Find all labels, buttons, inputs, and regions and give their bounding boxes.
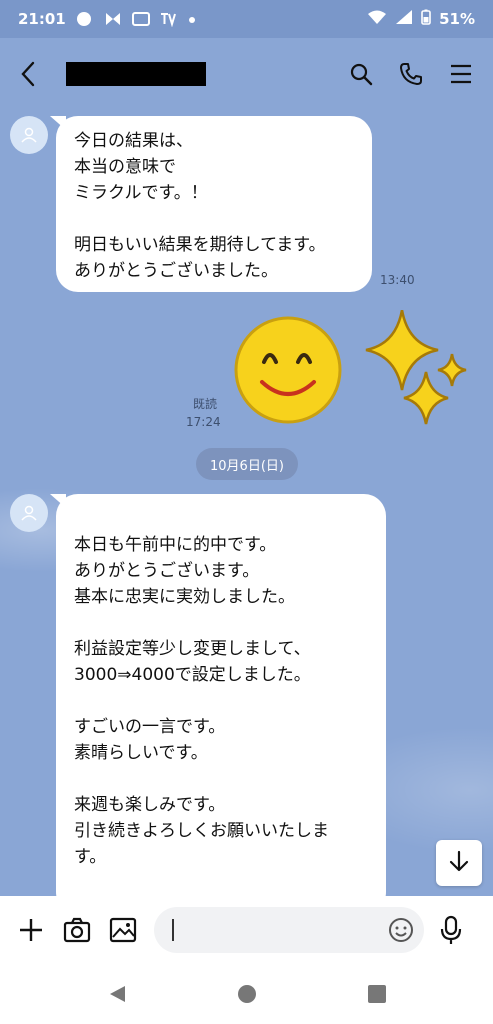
message-text: 来週も楽しみです。 引き続きよろしくお願いいたしま す。 bbox=[74, 795, 329, 867]
avatar[interactable] bbox=[10, 494, 48, 532]
battery-level: 51% bbox=[439, 10, 475, 28]
camera-icon[interactable] bbox=[62, 915, 92, 945]
app-icon bbox=[104, 11, 122, 27]
message-text: すごいの一言です。 素晴らしいです。 bbox=[74, 717, 226, 763]
status-time: 21:01 bbox=[18, 10, 66, 28]
smiley-sparkle-sticker[interactable] bbox=[232, 309, 472, 440]
nav-home-icon[interactable] bbox=[237, 984, 257, 1004]
wifi-icon bbox=[367, 9, 387, 29]
message-input-bar bbox=[0, 896, 493, 964]
tv-icon bbox=[131, 11, 150, 27]
message-text: 明日もいい結果を期待してます。 ありがとうございました。 bbox=[74, 235, 326, 281]
emoji-icon[interactable] bbox=[388, 917, 414, 943]
chat-area[interactable]: 今日の結果は、 本当の意味で ミラクルです。！ 明日もいい結果を期待してます。 … bbox=[0, 110, 493, 896]
dot-icon bbox=[188, 10, 196, 28]
message-text: 本日も午前中に的中です。 ありがとうございます。 基本に忠実に実効しました。 bbox=[74, 535, 295, 607]
avatar[interactable] bbox=[10, 116, 48, 154]
date-separator: 10月6日(日) bbox=[196, 448, 298, 480]
plus-icon[interactable] bbox=[16, 915, 46, 945]
back-icon[interactable] bbox=[20, 59, 44, 89]
nav-recents-icon[interactable] bbox=[367, 984, 387, 1004]
system-navigation-bar bbox=[0, 964, 493, 1024]
message-time: 13:40 bbox=[380, 273, 415, 287]
search-icon[interactable] bbox=[349, 62, 373, 86]
read-label: 既読 bbox=[193, 397, 218, 411]
text-cursor bbox=[172, 919, 174, 941]
message-text: 今日の結果は、 本当の意味で ミラクルです。！ bbox=[74, 131, 208, 203]
message-bubble[interactable]: 本日も午前中に的中です。 ありがとうございます。 基本に忠実に実効しました。 利… bbox=[56, 494, 386, 896]
nav-back-icon[interactable] bbox=[107, 984, 127, 1004]
battery-icon bbox=[421, 9, 431, 29]
tv-logo-icon bbox=[160, 11, 178, 28]
message-bubble[interactable]: 今日の結果は、 本当の意味で ミラクルです。！ 明日もいい結果を期待してます。 … bbox=[56, 116, 372, 292]
signal-icon bbox=[395, 9, 413, 29]
phone-icon[interactable] bbox=[399, 62, 423, 86]
notification-icon bbox=[76, 11, 94, 27]
microphone-icon[interactable] bbox=[440, 915, 462, 945]
contact-name-redacted bbox=[66, 62, 206, 86]
chat-header bbox=[0, 38, 493, 110]
message-text: 利益設定等少し変更しまして、 3000⇒4000で設定しました。 bbox=[74, 639, 311, 685]
menu-icon[interactable] bbox=[449, 62, 473, 86]
status-bar: 21:01 51% bbox=[0, 0, 493, 38]
scroll-to-bottom-button[interactable] bbox=[436, 840, 482, 886]
image-icon[interactable] bbox=[108, 915, 138, 945]
message-time: 17:24 bbox=[186, 415, 221, 429]
message-input[interactable] bbox=[154, 907, 424, 953]
arrow-down-icon bbox=[448, 850, 470, 876]
